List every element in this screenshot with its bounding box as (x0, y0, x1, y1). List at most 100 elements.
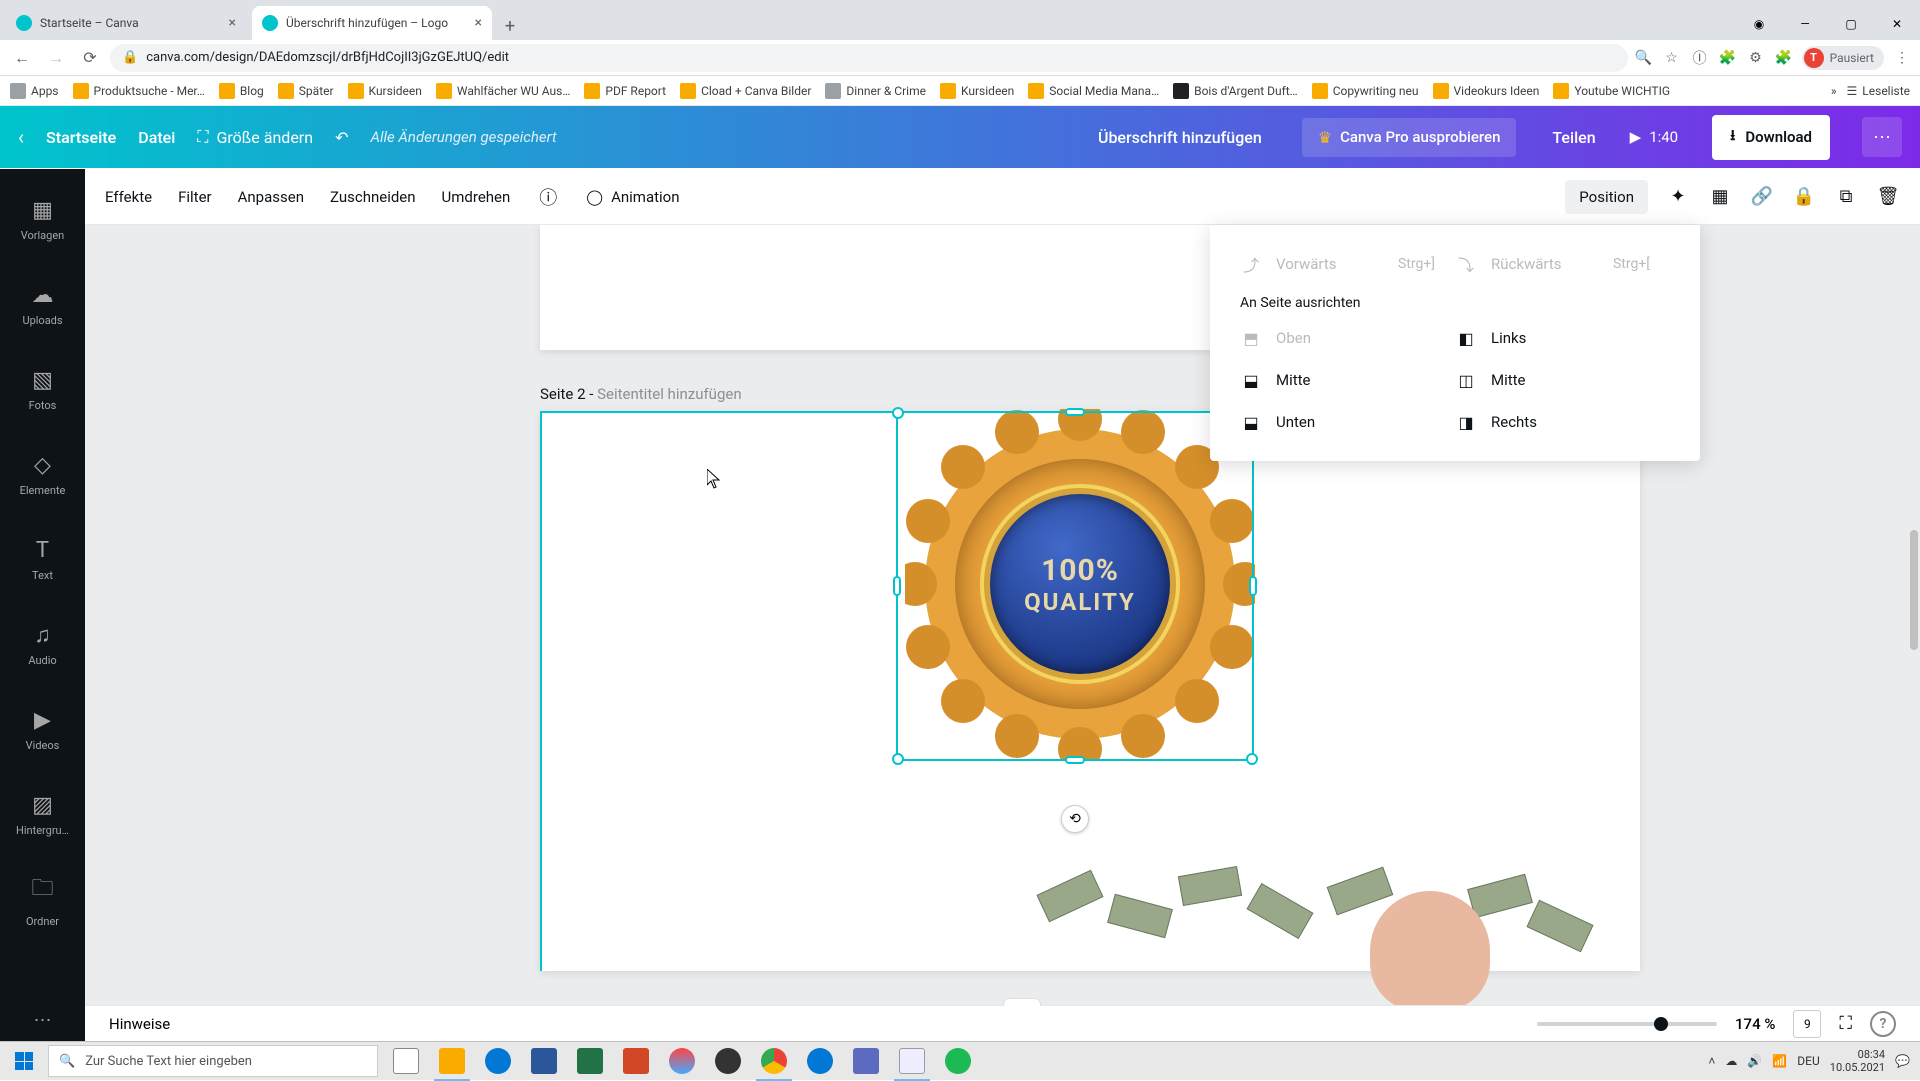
resize-handle-e[interactable] (1249, 576, 1257, 596)
start-button[interactable] (0, 1042, 48, 1081)
lock-icon[interactable]: 🔒 (1792, 185, 1816, 209)
align-middle-h[interactable]: ◫Mitte (1455, 369, 1670, 391)
rail-photos[interactable]: ▧Fotos (0, 347, 85, 432)
bookmark-item[interactable]: Bois d'Argent Duft… (1173, 83, 1298, 99)
align-right[interactable]: ◨Rechts (1455, 411, 1670, 433)
bookmark-item[interactable]: Social Media Mana… (1028, 83, 1159, 99)
resize-handle-n[interactable] (1065, 408, 1085, 416)
bookmark-item[interactable]: Kursideen (940, 83, 1014, 99)
zoom-slider[interactable] (1537, 1022, 1717, 1026)
download-button[interactable]: ⭳ Download (1712, 115, 1830, 160)
resize-button[interactable]: ⛶ Größe ändern (197, 127, 313, 147)
browser-tab-2[interactable]: Überschrift hinzufügen – Logo × (252, 6, 492, 40)
more-button[interactable]: ⋯ (1862, 117, 1902, 157)
adjust-button[interactable]: Anpassen (238, 188, 304, 206)
zoom-slider-thumb[interactable] (1654, 1017, 1668, 1031)
zoom-value[interactable]: 174 % (1735, 1015, 1775, 1033)
apps-button[interactable]: Apps (10, 83, 59, 99)
resize-handle-nw[interactable] (892, 407, 904, 419)
duplicate-icon[interactable]: ⧉ (1834, 185, 1858, 209)
rail-videos[interactable]: ▶Videos (0, 687, 85, 772)
help-icon[interactable]: ? (1870, 1011, 1896, 1037)
zoom-icon[interactable]: 🔍 (1634, 48, 1654, 68)
url-field[interactable]: 🔒 canva.com/design/DAEdomzscjI/drBfjHdCo… (110, 44, 1628, 72)
close-icon[interactable]: × (229, 15, 236, 31)
align-bottom[interactable]: ⬓Unten (1240, 411, 1455, 433)
rail-elements[interactable]: ◇Elemente (0, 432, 85, 517)
crop-button[interactable]: Zuschneiden (330, 188, 416, 206)
resize-handle-s[interactable] (1065, 756, 1085, 764)
transparency-icon[interactable]: ▦ (1708, 185, 1732, 209)
extension-icon[interactable]: Ⓘ (1690, 48, 1710, 68)
explorer-icon[interactable] (430, 1042, 474, 1081)
clock[interactable]: 08:34 10.05.2021 (1830, 1048, 1885, 1074)
obs-icon[interactable] (706, 1042, 750, 1081)
present-button[interactable]: ▶ 1:40 (1630, 128, 1678, 146)
excel-icon[interactable] (568, 1042, 612, 1081)
money-image[interactable] (1030, 861, 1590, 971)
align-left[interactable]: ◧Links (1455, 327, 1670, 349)
edge-icon[interactable] (476, 1042, 520, 1081)
reading-list-button[interactable]: ☰Leseliste (1847, 84, 1910, 98)
bookmark-item[interactable]: Copywriting neu (1312, 83, 1419, 99)
back-icon[interactable]: ‹ (18, 125, 24, 149)
rail-more[interactable]: ⋯ (34, 1010, 52, 1031)
info-icon[interactable]: ⓘ (536, 185, 560, 209)
link-icon[interactable]: 🔗 (1750, 185, 1774, 209)
scrollbar-thumb[interactable] (1910, 530, 1918, 650)
back-button[interactable]: ← (8, 44, 36, 72)
bookmark-overflow[interactable]: » (1831, 84, 1837, 98)
panel-handle[interactable] (1003, 998, 1041, 1006)
new-tab-button[interactable]: + (496, 12, 524, 40)
menu-icon[interactable]: ⋮ (1892, 48, 1912, 68)
element-selection-box[interactable] (896, 411, 1254, 761)
filter-button[interactable]: Filter (178, 188, 212, 206)
try-pro-button[interactable]: ♛ Canva Pro ausprobieren (1302, 118, 1517, 157)
magic-icon[interactable]: ✦ (1666, 185, 1690, 209)
bookmark-item[interactable]: Später (278, 83, 334, 99)
undo-button[interactable]: ↶ (335, 128, 348, 147)
bookmark-item[interactable]: Videokurs Ideen (1433, 83, 1540, 99)
app-icon[interactable] (844, 1042, 888, 1081)
language-indicator[interactable]: DEU (1797, 1054, 1819, 1068)
design-title[interactable]: Überschrift hinzufügen (1098, 128, 1262, 147)
browser-tab-1[interactable]: Startseite – Canva × (6, 6, 246, 40)
resize-handle-w[interactable] (893, 576, 901, 596)
bookmark-item[interactable]: Cload + Canva Bilder (680, 83, 811, 99)
rail-background[interactable]: ▨Hintergru… (0, 772, 85, 857)
star-icon[interactable]: ☆ (1662, 48, 1682, 68)
home-link[interactable]: Startseite (46, 128, 116, 147)
bookmark-item[interactable]: Produktsuche - Mer… (73, 83, 205, 99)
bookmark-item[interactable]: Youtube WICHTIG (1553, 83, 1670, 99)
flip-button[interactable]: Umdrehen (442, 188, 511, 206)
animation-button[interactable]: ◯ Animation (586, 188, 679, 206)
forward-button[interactable]: → (42, 44, 70, 72)
rail-templates[interactable]: ▦Vorlagen (0, 177, 85, 262)
page-label[interactable]: Seite 2 - Seitentitel hinzufügen (540, 385, 742, 403)
wifi-icon[interactable]: 📶 (1772, 1054, 1787, 1068)
vertical-scrollbar[interactable] (1906, 450, 1920, 920)
bookmark-item[interactable]: Kursideen (348, 83, 422, 99)
rotate-handle[interactable]: ⟲ (1061, 805, 1089, 833)
volume-icon[interactable]: 🔊 (1747, 1054, 1762, 1068)
position-button[interactable]: Position (1565, 180, 1648, 214)
record-icon[interactable]: ◉ (1736, 8, 1782, 40)
bookmark-item[interactable]: Blog (219, 83, 264, 99)
align-middle-v[interactable]: ⬓Mitte (1240, 369, 1455, 391)
page-indicator[interactable]: 9 (1793, 1010, 1821, 1038)
spotify-icon[interactable] (936, 1042, 980, 1081)
minimize-button[interactable]: — (1782, 8, 1828, 40)
extension-icon[interactable]: ⚙ (1746, 48, 1766, 68)
profile-button[interactable]: T Pausiert (1802, 46, 1884, 70)
share-button[interactable]: Teilen (1552, 128, 1595, 147)
app-icon[interactable] (660, 1042, 704, 1081)
reload-button[interactable]: ⟳ (76, 44, 104, 72)
maximize-button[interactable]: ▢ (1828, 8, 1874, 40)
resize-handle-se[interactable] (1246, 753, 1258, 765)
file-menu[interactable]: Datei (138, 128, 175, 147)
extension-icon[interactable]: 🧩 (1774, 48, 1794, 68)
powerpoint-icon[interactable] (614, 1042, 658, 1081)
taskbar-search[interactable]: 🔍 Zur Suche Text hier eingeben (48, 1045, 378, 1077)
rail-text[interactable]: TText (0, 517, 85, 602)
extension-icon[interactable]: 🧩 (1718, 48, 1738, 68)
